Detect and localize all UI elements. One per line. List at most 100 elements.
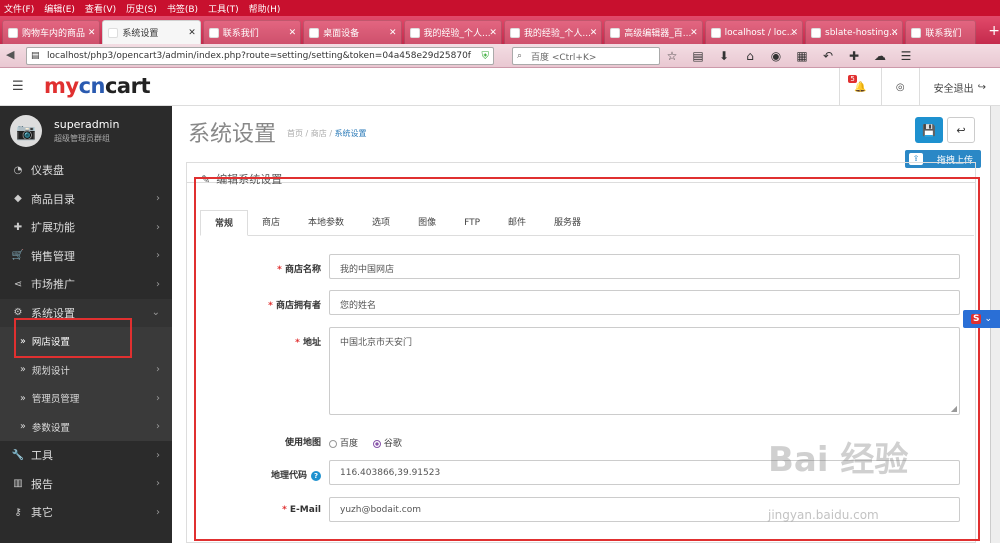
tab-image[interactable]: 图像 — [404, 210, 450, 235]
new-tab-icon[interactable]: + — [988, 18, 1000, 44]
close-icon[interactable]: ✕ — [891, 28, 899, 38]
sidebar-item-extensions[interactable]: ✚ 扩展功能 › — [0, 213, 172, 242]
wrench-icon: 🔧 — [11, 449, 25, 461]
address-value: 中国北京市天安门 — [340, 338, 413, 348]
hamburger-menu-icon[interactable]: ☰ — [898, 48, 914, 64]
tab-local[interactable]: 本地参数 — [294, 210, 358, 235]
chevron-right-icon: › — [156, 478, 160, 490]
notification-button[interactable]: 🔔 5 — [839, 68, 880, 106]
tab-option[interactable]: 选项 — [358, 210, 404, 235]
close-icon[interactable]: ✕ — [88, 28, 96, 38]
sidebar-item-dashboard[interactable]: ◔ 仪表盘 — [0, 156, 172, 185]
url-bar[interactable]: ▤ localhost/php3/opencart3/admin/index.p… — [26, 47, 494, 65]
browser-tab[interactable]: 联系我们 — [905, 20, 977, 44]
tab-server[interactable]: 服务器 — [540, 210, 595, 235]
tab-mail[interactable]: 邮件 — [494, 210, 540, 235]
download-icon[interactable]: ⬇ — [716, 48, 732, 64]
sidebar-item-tools[interactable]: 🔧 工具 › — [0, 441, 172, 470]
close-icon[interactable]: ✕ — [289, 28, 297, 38]
menu-bookmarks[interactable]: 书签(B) — [167, 2, 198, 15]
menu-tools[interactable]: 工具(T) — [208, 2, 239, 15]
tab-title: 系统设置 — [122, 29, 159, 39]
double-chevron-icon: » — [20, 364, 26, 376]
grid-icon[interactable]: ▦ — [794, 48, 810, 64]
back-arrow-icon[interactable]: ◀ — [6, 48, 14, 61]
radio-baidu[interactable]: 百度 — [329, 439, 358, 449]
page-icon: ▤ — [31, 51, 40, 61]
sidebar-item-sales[interactable]: 🛒 销售管理 › — [0, 242, 172, 271]
highlight-box — [14, 318, 132, 358]
menu-edit[interactable]: 编辑(E) — [44, 2, 75, 15]
help-button[interactable]: ◎ — [880, 68, 919, 106]
reading-list-icon[interactable]: ▤ — [690, 48, 706, 64]
tab-title: sblate-hosting... — [825, 27, 898, 38]
sidebar-item-label: 商品目录 — [31, 192, 75, 206]
avatar[interactable]: 📷 — [10, 115, 42, 147]
shield-icon[interactable]: ⛨ — [482, 51, 490, 62]
address-textarea[interactable]: 中国北京市天安门 ◢ — [329, 327, 960, 415]
close-icon[interactable]: ✕ — [489, 28, 497, 38]
tab-general[interactable]: 常规 — [200, 210, 249, 236]
close-icon[interactable]: ✕ — [690, 28, 698, 38]
user-profile: 📷 superadmin 超级管理员群组 — [0, 106, 172, 156]
sidebar-subitem-localisation[interactable]: » 参数设置 › — [0, 412, 172, 441]
breadcrumb-home[interactable]: 首页 — [287, 129, 303, 138]
radio-google[interactable]: 谷歌 — [372, 439, 402, 449]
chevron-down-icon: ⌄ — [151, 307, 160, 319]
breadcrumb-store[interactable]: 商店 — [311, 129, 327, 138]
cart-icon: 🛒 — [11, 250, 25, 262]
browser-tab[interactable]: 我的经验_个人... ✕ — [403, 20, 502, 44]
browser-tab[interactable]: 联系我们 ✕ — [202, 20, 302, 44]
user-role: 超级管理员群组 — [54, 134, 110, 143]
store-name-input[interactable]: 我的中国网店 — [329, 254, 960, 279]
menu-toggle-icon[interactable]: ☰ — [12, 79, 24, 94]
save-button[interactable]: 💾 — [915, 117, 943, 143]
sidebar-item-marketing[interactable]: ⋖ 市场推广 › — [0, 270, 172, 299]
browser-tab[interactable]: sblate-hosting... ✕ — [805, 20, 904, 44]
browser-tab[interactable]: 我的经验_个人... ✕ — [503, 20, 603, 44]
close-icon[interactable]: ✕ — [590, 28, 598, 38]
notification-badge: 5 — [848, 74, 857, 83]
menu-view[interactable]: 查看(V) — [85, 2, 116, 15]
chevron-right-icon: › — [156, 449, 160, 461]
menu-file[interactable]: 文件(F) — [4, 2, 34, 15]
chevron-right-icon: › — [156, 506, 160, 518]
star-icon[interactable]: ☆ — [664, 48, 680, 64]
sidebar-item-reports[interactable]: ▥ 报告 › — [0, 470, 172, 499]
addon-icon[interactable]: ✚ — [846, 48, 862, 64]
close-icon[interactable]: ✕ — [188, 28, 196, 38]
chat-icon[interactable]: ◉ — [768, 48, 784, 64]
resize-handle-icon[interactable]: ◢ — [951, 404, 957, 413]
logout-button[interactable]: 安全退出 ↪ — [918, 68, 1000, 106]
back-button[interactable]: ↩ — [947, 117, 975, 143]
menu-help[interactable]: 帮助(H) — [249, 2, 281, 15]
cloud-icon[interactable]: ☁ — [872, 48, 888, 64]
sidebar-item-other[interactable]: ⚷ 其它 › — [0, 498, 172, 527]
tab-store[interactable]: 商店 — [248, 210, 294, 235]
owner-input[interactable]: 您的姓名 — [329, 290, 960, 315]
sidebar-item-catalog[interactable]: ◆ 商品目录 › — [0, 185, 172, 214]
browser-tab[interactable]: 桌面设备 ✕ — [303, 20, 402, 44]
tab-title: 高级编辑器_百... — [624, 29, 692, 39]
breadcrumb-current[interactable]: 系统设置 — [335, 129, 367, 138]
chevron-right-icon: › — [156, 364, 160, 376]
browser-tab-active[interactable]: 系统设置 ✕ — [102, 20, 201, 44]
browser-tab[interactable]: 高级编辑器_百... ✕ — [604, 20, 703, 44]
close-icon[interactable]: ✕ — [790, 28, 798, 38]
close-icon[interactable]: ✕ — [389, 28, 397, 38]
browser-navbar: ◀ ▤ localhost/php3/opencart3/admin/index… — [0, 44, 1000, 68]
side-widget[interactable]: S ⌄ — [963, 310, 1000, 328]
tab-ftp[interactable]: FTP — [450, 210, 494, 235]
sidebar-subitem-users[interactable]: » 管理员管理 › — [0, 384, 172, 413]
browser-tab[interactable]: 购物车内的商品 ✕ — [2, 20, 101, 44]
home-icon[interactable]: ⌂ — [742, 48, 758, 64]
logo[interactable]: mycncart — [44, 74, 151, 98]
browser-tab[interactable]: localhost / loc... ✕ — [704, 20, 803, 44]
undo-icon[interactable]: ↶ — [820, 48, 836, 64]
search-input[interactable]: ⌕ 百度 <Ctrl+K> — [512, 47, 660, 65]
lifebuoy-icon: ◎ — [895, 81, 905, 93]
sidebar-subitem-design[interactable]: » 规划设计 › — [0, 355, 172, 384]
favicon-icon — [911, 27, 922, 38]
sidebar-item-label: 报告 — [31, 477, 53, 491]
menu-history[interactable]: 历史(S) — [126, 2, 157, 15]
